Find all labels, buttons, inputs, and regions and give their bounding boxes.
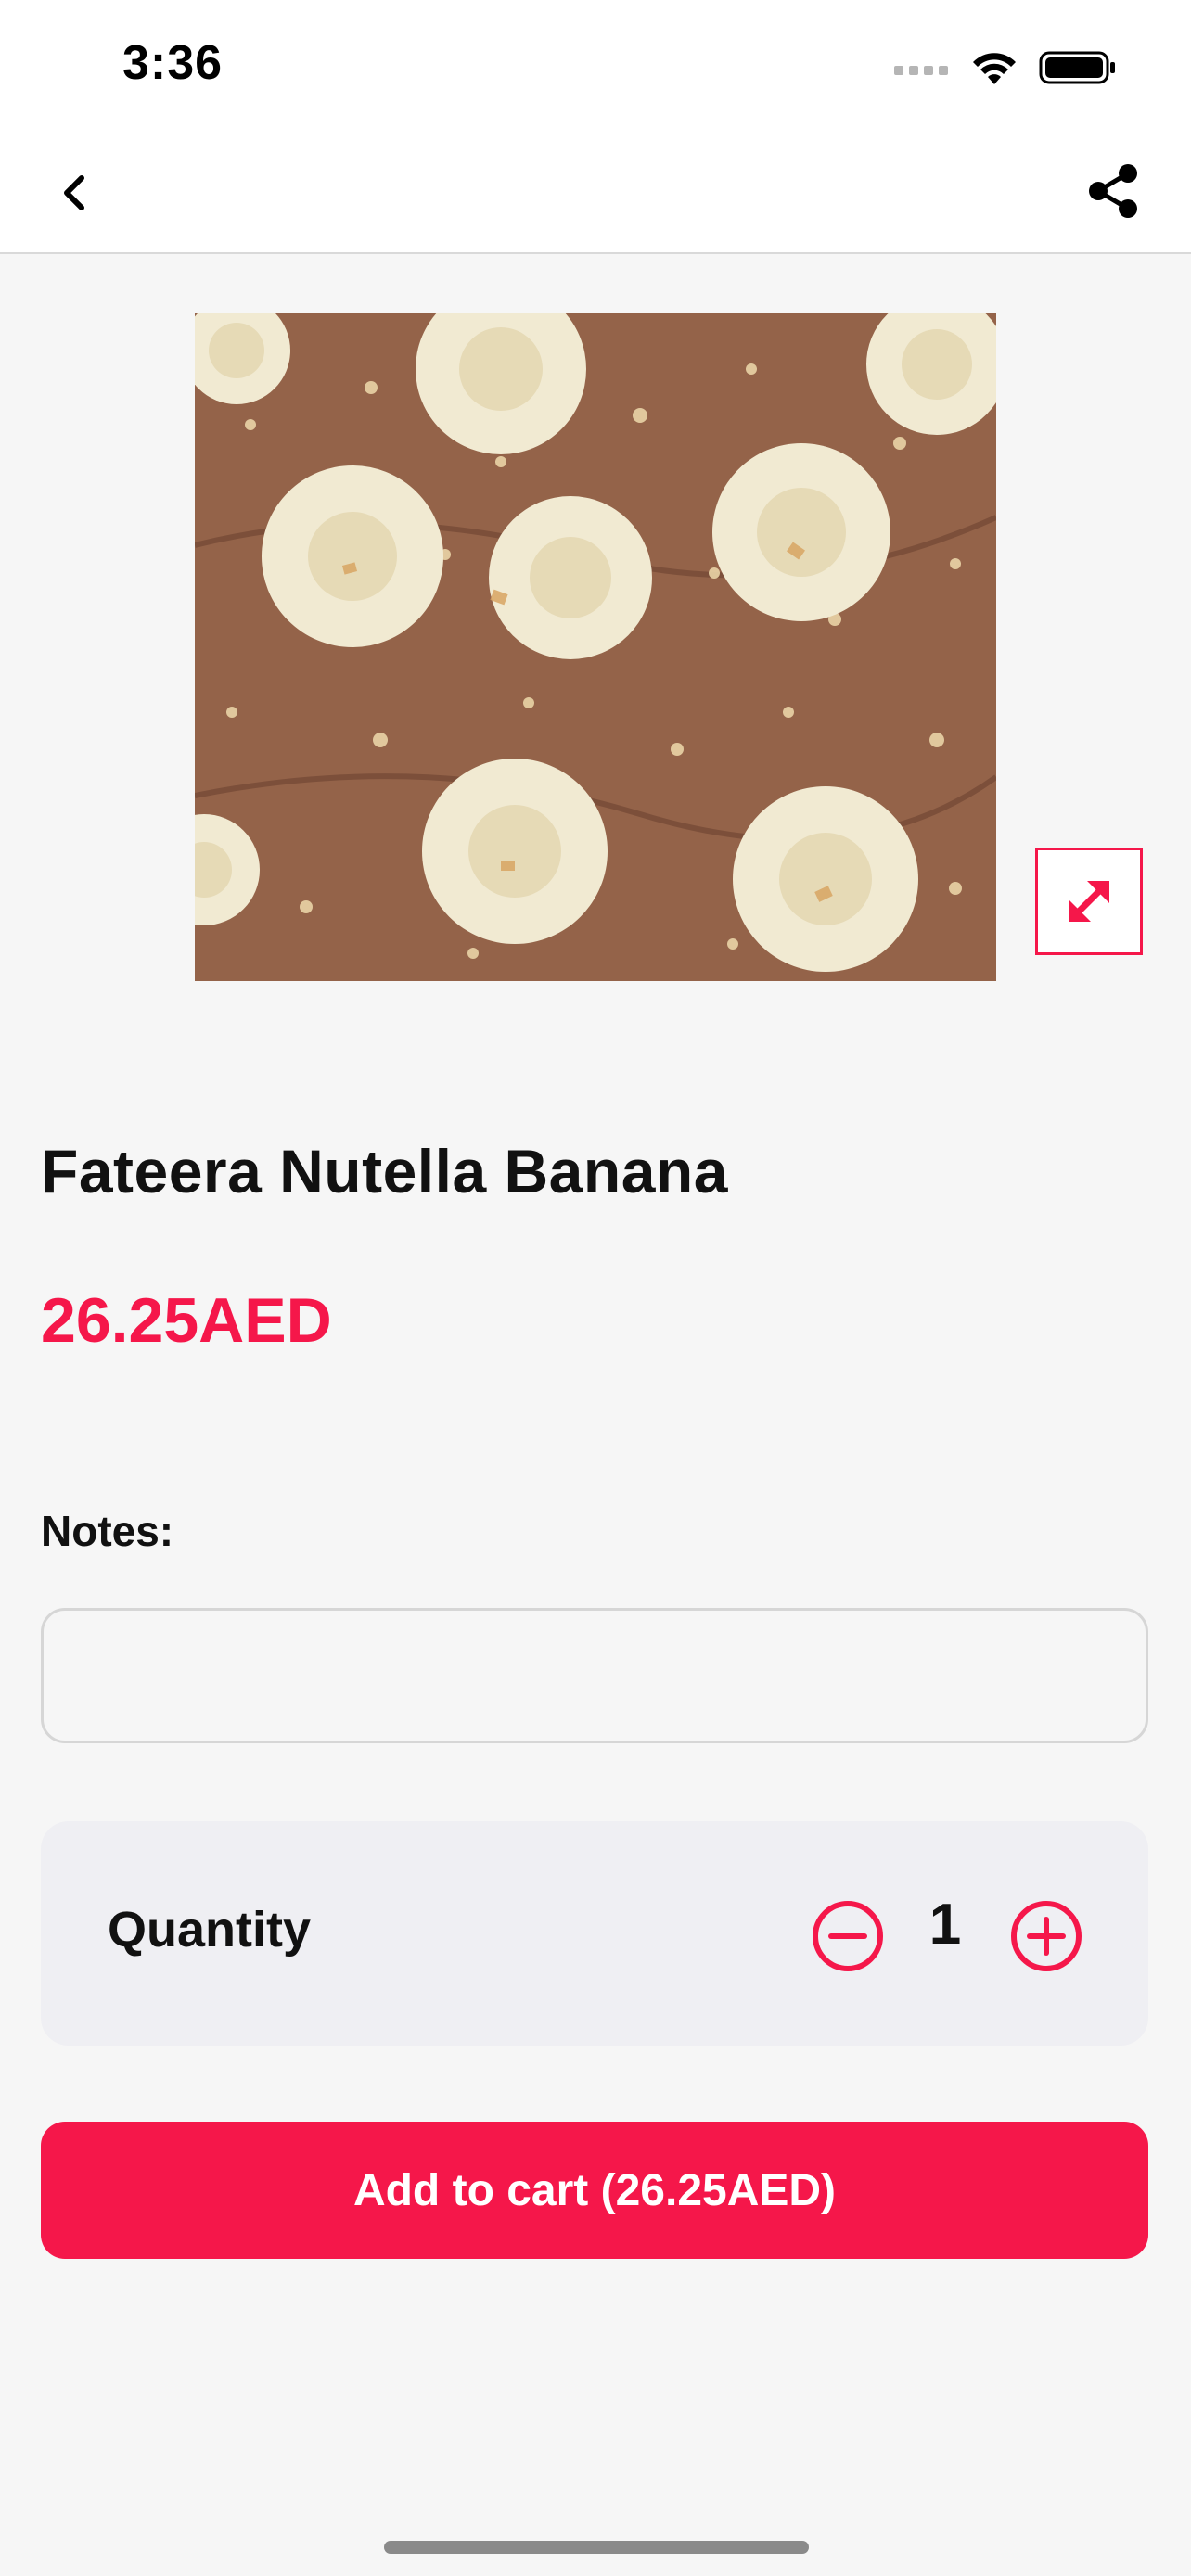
- expand-image-button[interactable]: [1035, 848, 1143, 955]
- product-image: [195, 313, 996, 981]
- increase-quantity-button[interactable]: [1009, 1899, 1083, 1973]
- nav-bar: [0, 130, 1191, 254]
- wifi-icon: [973, 53, 1016, 84]
- signal-icon: [894, 66, 948, 75]
- chevron-left-icon: [64, 175, 84, 210]
- battery-icon: [1039, 51, 1115, 84]
- add-to-cart-button[interactable]: Add to cart (26.25AED): [41, 2122, 1148, 2259]
- home-indicator[interactable]: [384, 2541, 809, 2554]
- product-photo: [195, 313, 996, 981]
- product-price: 26.25AED: [41, 1285, 332, 1356]
- expand-icon: [1069, 881, 1109, 922]
- status-icons: [894, 45, 1117, 91]
- share-icon: [1089, 164, 1137, 218]
- back-button[interactable]: [45, 163, 104, 223]
- status-time: 3:36: [122, 36, 224, 90]
- product-title: Fateera Nutella Banana: [41, 1137, 728, 1205]
- status-bar: 3:36: [0, 0, 1191, 130]
- quantity-card: Quantity 1: [41, 1821, 1148, 2046]
- notes-input[interactable]: [41, 1608, 1148, 1743]
- quantity-label: Quantity: [108, 1902, 312, 1958]
- quantity-value: 1: [928, 1893, 962, 1957]
- notes-label: Notes:: [41, 1507, 174, 1555]
- decrease-quantity-button[interactable]: [811, 1899, 885, 1973]
- share-button[interactable]: [1080, 158, 1146, 224]
